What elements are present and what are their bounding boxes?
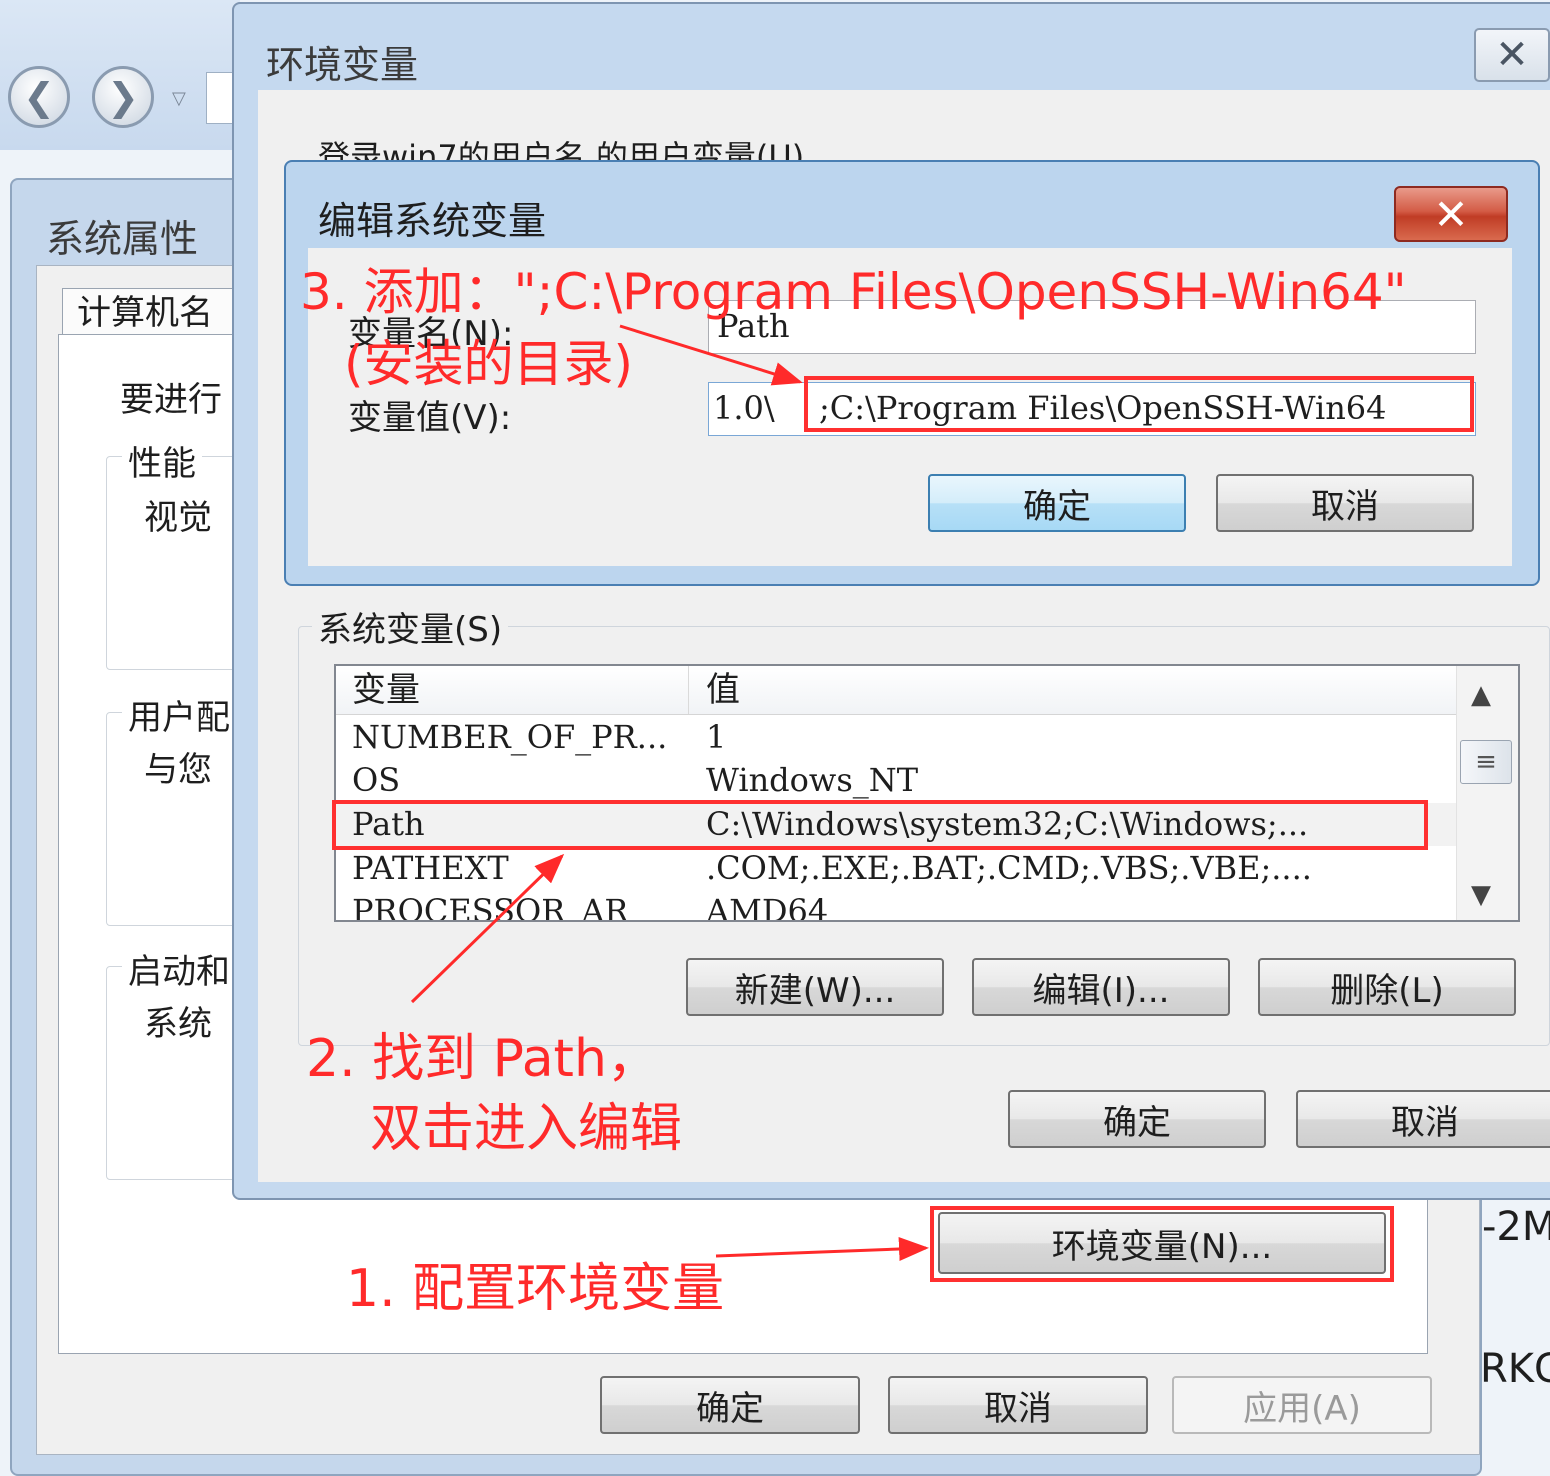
annotation-step3: 3. 添加：";C:\Program Files\OpenSSH-Win64" <box>300 263 1407 321</box>
annotation-step2: 2. 找到 Path， <box>306 1029 659 1089</box>
annotation-step3-detail: (安装的目录) <box>344 335 634 393</box>
annotation-step1: 1. 配置环境变量 <box>346 1259 725 1319</box>
arrow-step3 <box>619 324 803 386</box>
annotation-arrows <box>410 324 929 1262</box>
arrow-step2 <box>410 853 565 1004</box>
annotation-step2-detail: 双击进入编辑 <box>370 1099 683 1159</box>
arrow-step1 <box>715 1237 929 1262</box>
